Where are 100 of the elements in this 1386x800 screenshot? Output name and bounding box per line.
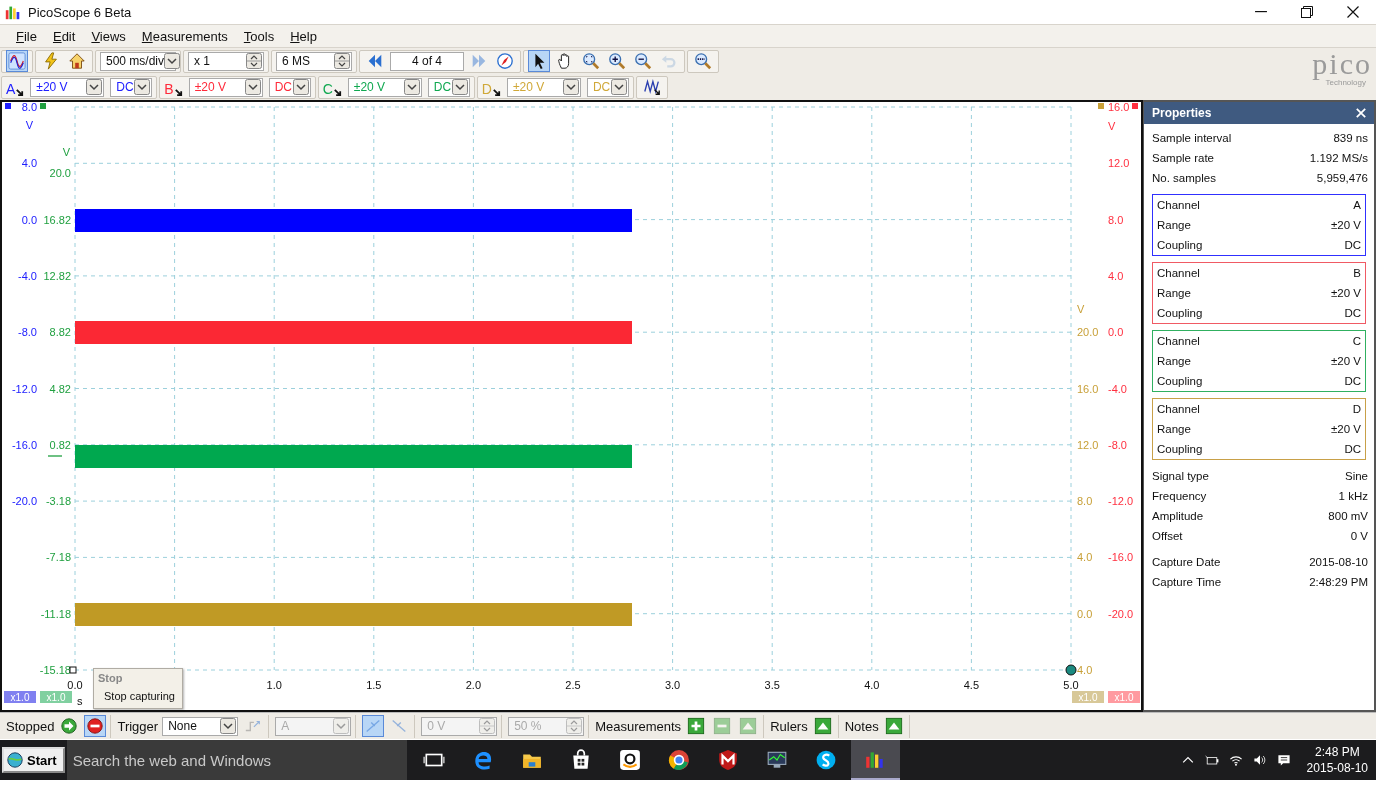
zoom-fit-icon <box>582 52 600 70</box>
property-value: DC <box>1344 307 1361 319</box>
chevron-down-icon <box>244 79 261 95</box>
range-dropdown[interactable]: ±20 V <box>30 77 105 97</box>
property-value: ±20 V <box>1331 287 1361 299</box>
wave-icon <box>642 78 661 96</box>
property-value: 0 V <box>1350 530 1368 542</box>
status-label: Stopped <box>6 718 55 734</box>
fast-forward-icon <box>470 52 488 70</box>
scale-label: x1.0 <box>40 691 72 703</box>
property-label: Frequency <box>1152 490 1207 502</box>
compass-button[interactable] <box>494 50 516 72</box>
axis-marker-icon <box>40 103 46 109</box>
tick-label: 8.0 <box>1108 213 1124 226</box>
pointer-button[interactable] <box>528 50 550 72</box>
add-icon <box>687 717 706 735</box>
menu-item[interactable]: Help <box>282 28 325 44</box>
property-label: Channel <box>1157 335 1200 347</box>
spinner-arrows-icon <box>246 53 262 69</box>
menu-item[interactable]: Edit <box>44 28 84 44</box>
menu-item[interactable]: Measurements <box>133 28 236 44</box>
property-value: Sine <box>1344 470 1368 482</box>
spin-field[interactable]: x 1 <box>188 51 264 71</box>
chevron-down-icon <box>220 718 237 734</box>
chevron-down-icon <box>562 79 579 95</box>
property-value: 800 mV <box>1328 510 1368 522</box>
go-icon <box>60 717 79 735</box>
tick-label: 1.0 <box>266 679 282 691</box>
property-value: 1.192 MS/s <box>1309 152 1368 164</box>
zoom-out-button[interactable] <box>632 50 654 72</box>
home-button[interactable] <box>66 50 88 72</box>
tick-label: -8.0 <box>1108 438 1127 451</box>
unit-label: s <box>77 695 83 707</box>
chevron-down-icon <box>86 79 103 95</box>
tick-label: -4.0 <box>1108 382 1127 395</box>
up-icon <box>884 717 903 735</box>
close-button[interactable] <box>1354 106 1368 120</box>
tooltip-text: Stop capturing <box>103 690 176 702</box>
property-label: Sample interval <box>1152 132 1232 144</box>
waveform-button[interactable] <box>6 50 28 72</box>
stop-button[interactable] <box>84 715 107 737</box>
property-label: No. samples <box>1152 172 1216 184</box>
tick-label: 4.0 <box>1077 551 1093 564</box>
dropdown[interactable]: None <box>162 716 239 736</box>
unit-label: V <box>1108 120 1116 132</box>
tick-label: 12.0 <box>1108 157 1130 170</box>
menu-item[interactable]: Tools <box>235 28 283 44</box>
zoom-icon <box>694 52 712 70</box>
property-label: Range <box>1157 355 1191 367</box>
start-button[interactable]: Start <box>2 747 65 773</box>
property-value: 5,959,476 <box>1316 172 1368 184</box>
chevron-down-icon <box>403 79 420 95</box>
tick-label: 2.5 <box>565 679 581 691</box>
rewind-icon <box>366 52 384 70</box>
zoom-fit-button[interactable] <box>580 50 602 72</box>
property-value: ±20 V <box>1331 355 1361 367</box>
ruler-marker-icon <box>69 666 77 674</box>
tick-label: 8.0 <box>1077 495 1093 508</box>
property-label: Coupling <box>1157 375 1203 387</box>
coupling-dropdown[interactable]: DC <box>110 77 153 97</box>
clock-date: 2015-08-10 <box>1306 760 1368 776</box>
zoom-out-icon <box>634 52 652 70</box>
store-tile-icon <box>619 749 642 771</box>
lightning-icon <box>42 52 60 70</box>
spinner-arrows-icon <box>566 718 583 734</box>
property-value: 2015-08-10 <box>1309 556 1368 568</box>
tick-label: -7.18 <box>45 551 71 564</box>
compass-icon <box>496 52 514 70</box>
tick-label: 16.82 <box>43 213 71 226</box>
chevron-down-icon <box>333 718 350 734</box>
page-field[interactable]: 4 of 4 <box>390 51 464 71</box>
menu-item[interactable]: File <box>8 28 45 44</box>
property-label: Coupling <box>1157 239 1203 251</box>
zoom-button[interactable] <box>692 50 714 72</box>
tick-label: 12.82 <box>43 269 71 282</box>
tick-label: -12.0 <box>11 382 37 395</box>
search-field[interactable]: Search the web and Windows <box>66 740 407 780</box>
waveform-icon <box>8 52 26 70</box>
tick-label: 20.0 <box>49 167 71 180</box>
property-label: Sample rate <box>1152 152 1214 164</box>
chevron-down-icon <box>610 79 627 95</box>
property-value: 839 ns <box>1333 132 1368 144</box>
up-icon <box>813 717 832 735</box>
tick-label: 4.0 <box>1108 269 1124 282</box>
property-label: Range <box>1157 287 1191 299</box>
range-dropdown[interactable]: ±20 V <box>188 77 263 97</box>
property-label: Offset <box>1152 530 1183 542</box>
zoom-in-button[interactable] <box>606 50 628 72</box>
property-value: DC <box>1344 375 1361 387</box>
tick-label: 8.82 <box>49 326 71 339</box>
tick-label: 4.82 <box>49 382 71 395</box>
panel-title: Properties <box>1152 106 1212 120</box>
scale-label: x1.0 <box>4 691 36 703</box>
offset-marker <box>47 455 63 457</box>
coupling-dropdown[interactable]: DC <box>268 77 311 97</box>
channel-button[interactable]: A <box>6 77 25 97</box>
tick-label: -4.0 <box>18 269 37 282</box>
menu-item[interactable]: Views <box>83 28 134 44</box>
spin-field[interactable]: 6 MS <box>276 51 352 71</box>
stop-icon <box>86 717 105 735</box>
